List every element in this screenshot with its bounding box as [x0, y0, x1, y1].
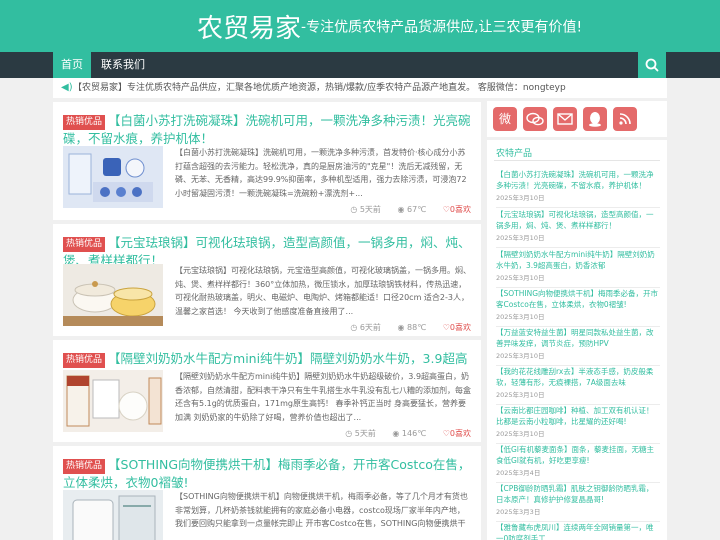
search-button[interactable] [638, 52, 666, 78]
post-thumbnail[interactable] [63, 490, 163, 540]
post-excerpt: 【隔壁刘奶奶水牛配方mini纯牛奶】隔壁刘奶奶水牛奶超级破价，3.9超高蛋白，奶… [175, 372, 471, 422]
qq-icon[interactable] [583, 107, 607, 131]
sidebar-item-title[interactable]: 【SOTHING向物便携烘干机】梅雨季必备，开市客Costco在售，立体柔烘，衣… [496, 289, 660, 310]
sidebar-item-date: 2025年3月4日 [496, 469, 541, 477]
sidebar-item[interactable]: 【我的花花线雕刮rx去】半液态手感，奶皮般柔软，轻薄有形，无痕裸搭，7A级面去味… [496, 367, 660, 405]
post-title-text[interactable]: 【白菌小苏打洗碗凝珠】洗碗机可用，一颗洗净多种污渍！光亮碗碟，不留水痕，养护机体… [63, 113, 471, 146]
sidebar-item-title[interactable]: 【万益蓝安特益生菌】明星同款私处益生菌，改善异味发痒，调节炎症，预防HPV [496, 328, 660, 349]
site-tagline: -专注优质农特产品货源供应,让三农更有价值! [301, 19, 583, 36]
post-title[interactable]: 热销优品 【白菌小苏打洗碗凝珠】洗碗机可用，一颗洗净多种污渍！光亮碗碟，不留水痕，… [63, 112, 471, 147]
post-likes[interactable]: ♡0喜欢 [443, 205, 471, 214]
sidebar-item[interactable]: 【隔壁刘奶奶水牛配方mini纯牛奶】隔壁刘奶奶水牛奶，3.9超高蛋白，奶香浓郁 … [496, 250, 660, 288]
post-excerpt: 【SOTHING向物便携烘干机】向物便携烘干机，梅雨季必备，等了几个月才有货也非… [175, 492, 468, 528]
sidebar-item-date: 2025年3月10日 [496, 313, 545, 321]
post-card: 热销优品 【元宝珐琅锅】可视化珐琅锅，造型高颜值，一锅多用，焖、炖、煲、煮样样都行… [53, 224, 481, 336]
social-links: 微 [487, 101, 667, 137]
post-date: ◷ 6天前 [350, 323, 381, 332]
sidebar-item-date: 2025年3月10日 [496, 234, 545, 242]
sidebar-item[interactable]: 【元宝珐琅锅】可视化珐琅锅，造型高颜值，一锅多用，焖、炖、煲、煮样样都行！ 20… [496, 210, 660, 248]
sidebar-item-title[interactable]: 【CPB御龄防晒乳霜】肌肤之钥御龄防晒乳霜，日本原产！真修护护修复晶晶哥! [496, 484, 660, 505]
sidebar-product-list: 农特产品 【白菌小苏打洗碗凝珠】洗碗机可用，一颗洗净多种污渍！光亮碗碟，不留水痕… [487, 140, 667, 540]
sidebar-item[interactable]: 【SOTHING向物便携烘干机】梅雨季必备，开市客Costco在售，立体柔烘，衣… [496, 289, 660, 327]
sidebar-item-title[interactable]: 【雅鲁藏布虎凤川】连续两年全网销量第一，唯一0防腐剂手工... [496, 523, 660, 540]
site-logo[interactable]: 农贸易家-专注优质农特产品货源供应,让三农更有价值! [197, 8, 582, 45]
post-card: 热销优品【隔壁刘奶奶水牛配方mini纯牛奶】隔壁刘奶奶水牛奶，3.9超高蛋白，奶… [53, 340, 481, 442]
sidebar-item-date: 2025年3月3日 [496, 508, 541, 516]
main-nav: 首页 联系我们 [0, 52, 720, 78]
sidebar-item[interactable]: 【万益蓝安特益生菌】明星同款私处益生菌，改善异味发痒，调节炎症，预防HPV 20… [496, 328, 660, 366]
sidebar-item-date: 2025年3月10日 [496, 274, 545, 282]
post-card: 热销优品 【白菌小苏打洗碗凝珠】洗碗机可用，一颗洗净多种污渍！光亮碗碟，不留水痕，… [53, 102, 481, 220]
sidebar-divider [494, 160, 660, 161]
hot-badge[interactable]: 热销优品 [63, 237, 106, 252]
sidebar-item-title[interactable]: 【云南比都庄园咖啡】种植、加工双有机认证！比都是云南小粒咖啡，比星耀的还好喝! [496, 406, 660, 427]
post-views: ◉ 67℃ [397, 205, 427, 214]
post-thumbnail[interactable] [63, 264, 163, 326]
nav-home[interactable]: 首页 [53, 52, 91, 78]
sidebar-item-date: 2025年3月10日 [496, 194, 545, 202]
sidebar-title: 农特产品 [496, 149, 533, 159]
post-card: 热销优品 【SOTHING向物便携烘干机】梅雨季必备，开市客Costco在售，立体… [53, 446, 481, 540]
site-header: 农贸易家-专注优质农特产品货源供应,让三农更有价值! [0, 0, 720, 52]
sidebar-item[interactable]: 【云南比都庄园咖啡】种植、加工双有机认证！比都是云南小粒咖啡，比星耀的还好喝! … [496, 406, 660, 444]
post-views: ◉ 88℃ [397, 323, 427, 332]
sidebar-item-title[interactable]: 【元宝珐琅锅】可视化珐琅锅，造型高颜值，一锅多用，焖、炖、煲、煮样样都行！ [496, 210, 660, 231]
post-views: ◉ 146℃ [392, 429, 427, 438]
post-thumbnail[interactable] [63, 146, 163, 208]
post-excerpt: 【白菌小苏打洗碗凝珠】洗碗机可用，一颗洗净多种污渍，首发特价·核心成分小苏打蕴含… [175, 148, 467, 198]
notice-bar: ◀) 【农贸易家】专注优质农特产品供应，汇聚各地优质产地资源，热销/爆款/应季农… [53, 78, 667, 98]
post-title-text[interactable]: 【SOTHING向物便携烘干机】梅雨季必备，开市客Costco在售，立体柔烘，衣… [63, 457, 470, 490]
sidebar-item-title[interactable]: 【白菌小苏打洗碗凝珠】洗碗机可用，一颗洗净多种污渍！光亮碗碟，不留水痕，养护机体… [496, 170, 660, 191]
sidebar-item[interactable]: 【低GI有机藜麦面条】面条，藜麦挂面，无糖主食低GI就有机，好吃更享瘦! 202… [496, 445, 660, 483]
post-meta: ◷ 6天前 ◉ 88℃ ♡0喜欢 [336, 322, 471, 333]
sidebar-item[interactable]: 【白菌小苏打洗碗凝珠】洗碗机可用，一颗洗净多种污渍！光亮碗碟，不留水痕，养护机体… [496, 170, 660, 208]
post-excerpt: 【元宝珐琅锅】可视化珐琅锅，元宝造型高颜值，可视化玻璃锅盖，一锅多用。焖、炖、煲… [175, 266, 471, 316]
post-likes[interactable]: ♡0喜欢 [443, 429, 471, 438]
sidebar-item-date: 2025年3月10日 [496, 352, 545, 360]
hot-badge[interactable]: 热销优品 [63, 353, 106, 368]
mail-icon[interactable] [553, 107, 577, 131]
sidebar-item-date: 2025年3月10日 [496, 391, 545, 399]
notice-text: 【农贸易家】专注优质农特产品供应，汇聚各地优质产地资源，热销/爆款/应季农特产品… [73, 83, 566, 93]
sidebar-item[interactable]: 【CPB御龄防晒乳霜】肌肤之钥御龄防晒乳霜，日本原产！真修护护修复晶晶哥! 20… [496, 484, 660, 522]
post-title[interactable]: 热销优品 【SOTHING向物便携烘干机】梅雨季必备，开市客Costco在售，立体… [63, 456, 471, 491]
speaker-icon: ◀) [61, 82, 73, 93]
post-date: ◷ 5天前 [350, 205, 381, 214]
sidebar-item-date: 2025年3月10日 [496, 430, 545, 438]
hot-badge[interactable]: 热销优品 [63, 459, 106, 474]
weibo-icon[interactable]: 微 [493, 107, 517, 131]
nav-contact[interactable]: 联系我们 [91, 52, 155, 78]
post-meta: ◷ 5天前 ◉ 146℃ ♡0喜欢 [331, 428, 471, 439]
search-icon [645, 58, 659, 72]
site-name[interactable]: 农贸易家 [197, 14, 301, 44]
wechat-icon[interactable] [523, 107, 547, 131]
rss-icon[interactable] [613, 107, 637, 131]
post-thumbnail[interactable] [63, 370, 163, 432]
post-meta: ◷ 5天前 ◉ 67℃ ♡0喜欢 [336, 204, 471, 215]
post-likes[interactable]: ♡0喜欢 [443, 323, 471, 332]
post-date: ◷ 5天前 [345, 429, 376, 438]
sidebar-item-title[interactable]: 【低GI有机藜麦面条】面条，藜麦挂面，无糖主食低GI就有机，好吃更享瘦! [496, 445, 660, 466]
sidebar-item[interactable]: 【雅鲁藏布虎凤川】连续两年全网销量第一，唯一0防腐剂手工... [496, 523, 660, 540]
hot-badge[interactable]: 热销优品 [63, 115, 106, 130]
sidebar-item-title[interactable]: 【隔壁刘奶奶水牛配方mini纯牛奶】隔壁刘奶奶水牛奶，3.9超高蛋白，奶香浓郁 [496, 250, 660, 271]
sidebar-item-title[interactable]: 【我的花花线雕刮rx去】半液态手感，奶皮般柔软，轻薄有形，无痕裸搭，7A级面去味 [496, 367, 660, 388]
